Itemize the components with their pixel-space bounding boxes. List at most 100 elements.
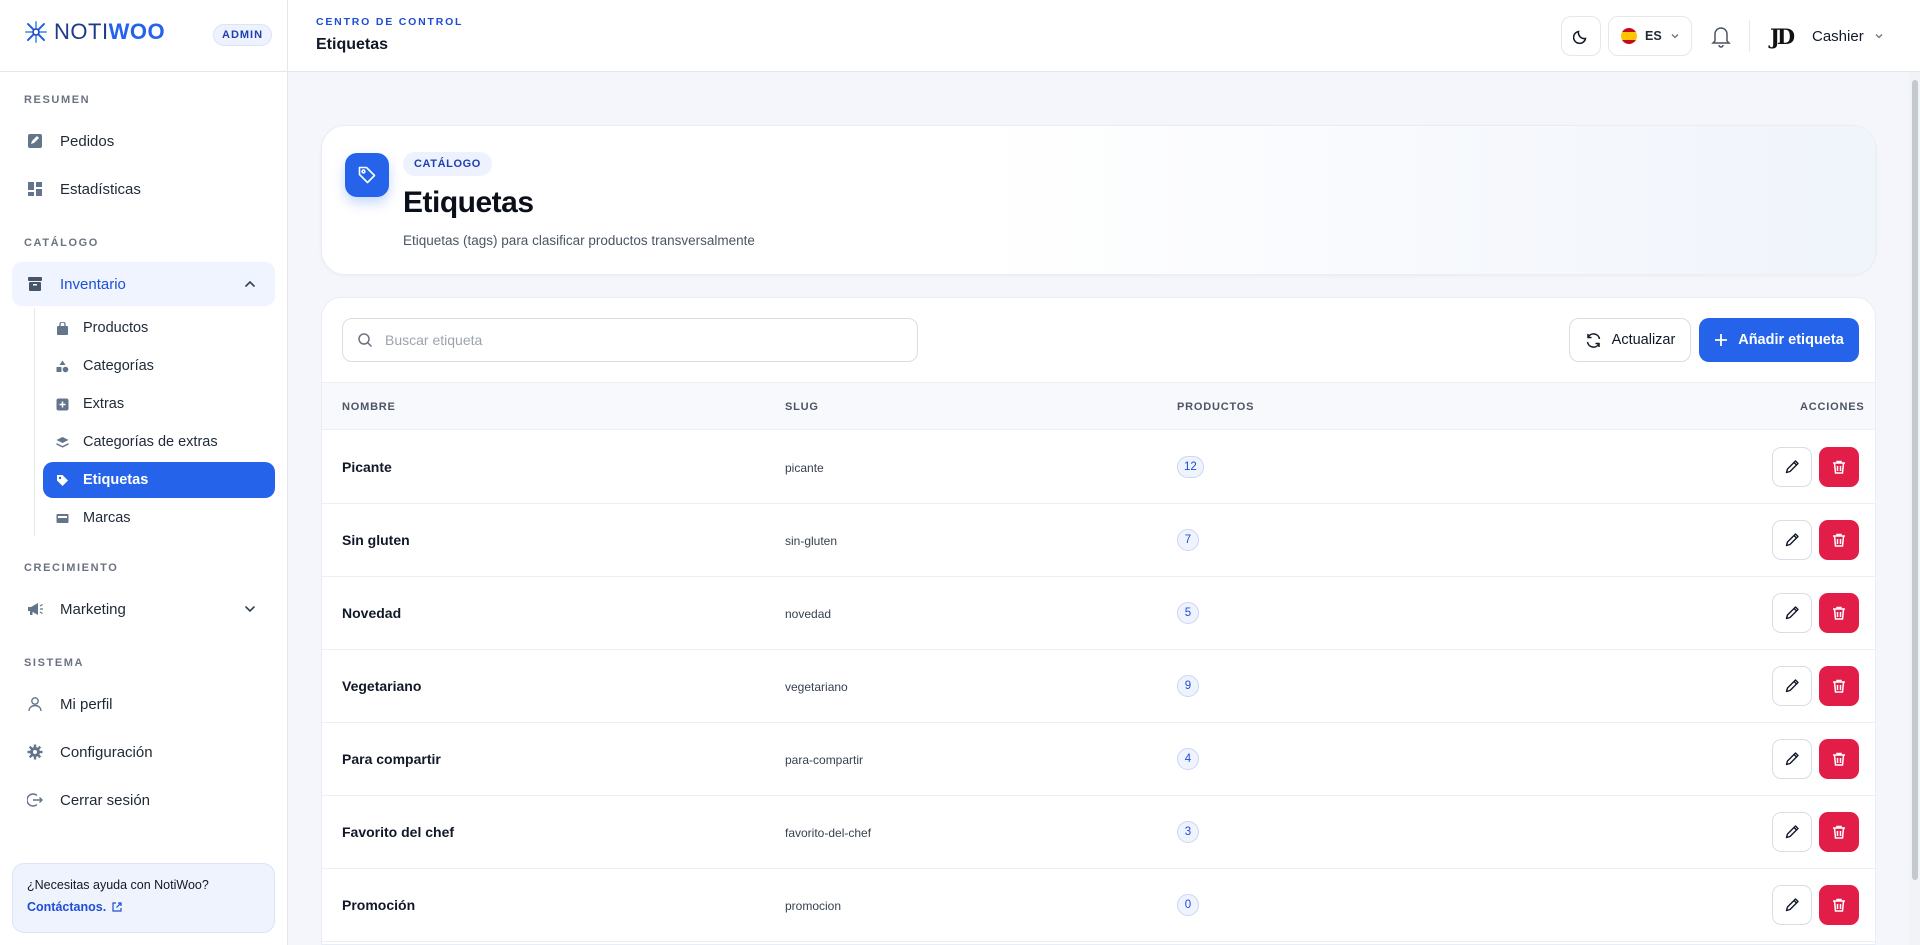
hero-gradient (975, 126, 1875, 274)
sidebar-item-inventario[interactable]: Inventario (12, 262, 275, 306)
card-icon (55, 511, 69, 525)
refresh-button[interactable]: Actualizar (1569, 318, 1691, 362)
delete-button[interactable] (1819, 812, 1859, 852)
scrollbar[interactable] (1910, 72, 1920, 945)
sidebar-subitem-marcas[interactable]: Marcas (43, 500, 275, 536)
user-menu[interactable]: JD Cashier (1770, 20, 1884, 52)
pencil-icon (1785, 898, 1799, 912)
sidebar-subitem-categorias-extras[interactable]: Categorías de extras (43, 424, 275, 460)
section-label-catalogo: CATÁLOGO (24, 237, 99, 249)
tag-name: Promoción (342, 897, 416, 913)
bell-icon[interactable] (1710, 24, 1732, 48)
shapes-icon (55, 359, 69, 373)
brand-logo[interactable]: NOTIWOO (24, 19, 165, 45)
hero-subtitle: Etiquetas (tags) para clasificar product… (403, 233, 755, 248)
section-label-sistema: SISTEMA (24, 657, 85, 669)
trash-icon (1833, 606, 1845, 620)
product-count-badge: 3 (1177, 821, 1199, 843)
language-selector[interactable]: ES (1608, 16, 1692, 56)
search-input[interactable] (385, 332, 885, 348)
breadcrumb: CENTRO DE CONTROL (316, 16, 464, 28)
page-header-card: CATÁLOGO Etiquetas Etiquetas (tags) para… (321, 125, 1876, 275)
sidebar-subitem-label: Etiquetas (83, 472, 149, 488)
product-count-badge: 7 (1177, 529, 1199, 551)
column-header-slug[interactable]: SLUG (785, 401, 819, 413)
add-tag-button[interactable]: Añadir etiqueta (1699, 318, 1859, 362)
trash-icon (1833, 825, 1845, 839)
scrollbar-thumb[interactable] (1912, 80, 1918, 880)
theme-toggle-button[interactable] (1561, 16, 1601, 56)
trash-icon (1833, 679, 1845, 693)
edit-button[interactable] (1772, 812, 1812, 852)
tag-icon (345, 153, 389, 197)
refresh-icon (1586, 332, 1600, 348)
column-header-name[interactable]: NOMBRE (342, 401, 396, 413)
sidebar-item-label: Pedidos (60, 132, 115, 150)
edit-button[interactable] (1772, 447, 1812, 487)
sidebar-item-label: Cerrar sesión (60, 791, 151, 809)
plus-square-icon (55, 397, 69, 411)
pencil-icon (1785, 679, 1799, 693)
sidebar-item-label: Marketing (60, 600, 126, 618)
delete-button[interactable] (1819, 520, 1859, 560)
delete-button[interactable] (1819, 447, 1859, 487)
tag-slug: vegetariano (785, 680, 848, 694)
search-icon (358, 333, 373, 348)
sidebar-item-estadisticas[interactable]: Estadísticas (12, 167, 275, 211)
avatar: JD (1770, 23, 1795, 49)
tag-slug: novedad (785, 607, 832, 621)
category-chip: CATÁLOGO (403, 152, 492, 176)
sidebar-subitem-label: Productos (83, 320, 149, 336)
table-row: Picante picante 12 (322, 431, 1875, 504)
pencil-icon (1785, 533, 1799, 547)
tag-icon (55, 473, 69, 487)
sidebar-subitem-etiquetas[interactable]: Etiquetas (43, 462, 275, 498)
sidebar-item-perfil[interactable]: Mi perfil (12, 682, 275, 726)
tag-name: Vegetariano (342, 678, 422, 694)
sidebar-subitem-label: Marcas (83, 510, 131, 526)
product-count-badge: 5 (1177, 602, 1199, 624)
contact-link[interactable]: Contáctanos. (27, 900, 260, 914)
chevron-down-icon[interactable] (243, 602, 257, 616)
sidebar-subitem-productos[interactable]: Productos (43, 310, 275, 346)
pencil-icon (1785, 825, 1799, 839)
sidebar-item-label: Estadísticas (60, 180, 141, 198)
delete-button[interactable] (1819, 739, 1859, 779)
edit-button[interactable] (1772, 739, 1812, 779)
delete-button[interactable] (1819, 885, 1859, 925)
user-icon (26, 695, 44, 713)
column-header-products[interactable]: PRODUCTOS (1177, 401, 1254, 413)
tag-name: Novedad (342, 605, 402, 621)
sidebar-item-label: Configuración (60, 743, 153, 761)
product-count-badge: 12 (1177, 456, 1204, 478)
sidebar-subitem-extras[interactable]: Extras (43, 386, 275, 422)
table-row: Novedad novedad 5 (322, 577, 1875, 650)
edit-button[interactable] (1772, 520, 1812, 560)
tag-name: Para compartir (342, 751, 441, 767)
tag-slug: picante (785, 461, 824, 475)
chevron-down-icon (1671, 34, 1679, 39)
sidebar-item-pedidos[interactable]: Pedidos (12, 119, 275, 163)
admin-badge: ADMIN (213, 24, 273, 46)
delete-button[interactable] (1819, 666, 1859, 706)
edit-button[interactable] (1772, 666, 1812, 706)
column-header-actions: ACCIONES (1800, 401, 1865, 413)
language-label: ES (1645, 29, 1662, 43)
logo-icon (25, 21, 47, 43)
sidebar-item-marketing[interactable]: Marketing (12, 587, 275, 631)
sidebar-subitem-categorias[interactable]: Categorías (43, 348, 275, 384)
plus-icon (1715, 334, 1728, 346)
tag-slug: sin-gluten (785, 534, 838, 548)
search-field[interactable] (342, 318, 918, 362)
sidebar-item-logout[interactable]: Cerrar sesión (12, 778, 275, 822)
edit-button[interactable] (1772, 593, 1812, 633)
section-label-crecimiento: CRECIMIENTO (24, 562, 119, 574)
chevron-up-icon[interactable] (243, 277, 257, 291)
sidebar-item-configuracion[interactable]: Configuración (12, 730, 275, 774)
edit-button[interactable] (1772, 885, 1812, 925)
tags-table-card: Actualizar Añadir etiqueta NOMBRE SLUG P… (321, 297, 1876, 945)
product-count-badge: 0 (1177, 894, 1199, 916)
layers-icon (55, 435, 69, 449)
trash-icon (1833, 752, 1845, 766)
delete-button[interactable] (1819, 593, 1859, 633)
